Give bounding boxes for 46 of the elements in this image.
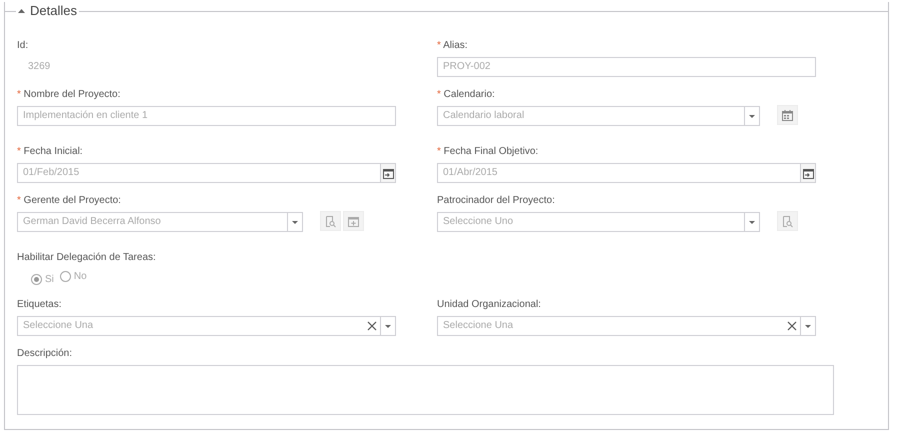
document-search-icon[interactable] (324, 214, 337, 228)
dropdown-caret-icon[interactable] (748, 114, 756, 118)
radio-option[interactable]: No (60, 269, 87, 284)
dropdown-field[interactable]: German David Becerra Alfonso (17, 212, 303, 232)
field-label: Habilitar Delegación de Tareas: (17, 251, 156, 264)
field-label: * Calendario: (437, 88, 495, 101)
text-field[interactable]: PROY-002 (437, 57, 816, 77)
lookup-button[interactable] (777, 211, 798, 231)
text-field[interactable]: Implementación en cliente 1 (17, 106, 396, 126)
dropdown-field[interactable]: Seleccione Una (437, 316, 816, 336)
document-search-icon[interactable] (781, 214, 794, 228)
field-label: Patrocinador del Proyecto: (437, 194, 555, 207)
dropdown-caret-icon[interactable] (384, 324, 392, 328)
dropdown-field[interactable]: Seleccione Uno (437, 212, 760, 232)
date-field[interactable]: 01/Feb/2015 (17, 163, 396, 183)
field-label: * Fecha Inicial: (17, 145, 83, 158)
clear-icon[interactable] (787, 321, 797, 331)
dropdown-field[interactable]: Seleccione Una (17, 316, 396, 336)
clear-icon[interactable] (367, 321, 377, 331)
lookup-button[interactable] (320, 211, 341, 231)
description-field[interactable] (17, 365, 834, 415)
field-label: Id: (17, 39, 28, 52)
dropdown-field[interactable]: Calendario laboral (437, 106, 760, 126)
date-field[interactable]: 01/Abr/2015 (437, 163, 816, 183)
add-button[interactable] (343, 211, 364, 231)
calendar-icon[interactable] (781, 108, 794, 122)
id-value: 3269 (27, 60, 52, 74)
calendar-plus-icon[interactable] (347, 214, 360, 228)
field-label: Descripción: (17, 347, 72, 360)
radio-icon[interactable] (60, 271, 71, 282)
dropdown-caret-icon[interactable] (748, 220, 756, 224)
collapse-icon[interactable] (18, 9, 25, 13)
field-label: * Alias: (437, 39, 468, 52)
field-label: Unidad Organizacional: (437, 298, 541, 311)
radio-icon[interactable] (31, 274, 42, 285)
field-label: * Nombre del Proyecto: (17, 88, 120, 101)
section-title: Detalles (30, 2, 77, 20)
calendar-icon[interactable] (382, 168, 394, 178)
calendar-button[interactable] (777, 105, 798, 125)
field-label: * Fecha Final Objetivo: (437, 145, 538, 158)
radio-option[interactable]: Si (31, 272, 54, 287)
field-label: * Gerente del Proyecto: (17, 194, 121, 207)
dropdown-caret-icon[interactable] (804, 324, 812, 328)
dropdown-caret-icon[interactable] (291, 220, 299, 224)
field-label: Etiquetas: (17, 298, 62, 311)
calendar-icon[interactable] (802, 168, 814, 178)
